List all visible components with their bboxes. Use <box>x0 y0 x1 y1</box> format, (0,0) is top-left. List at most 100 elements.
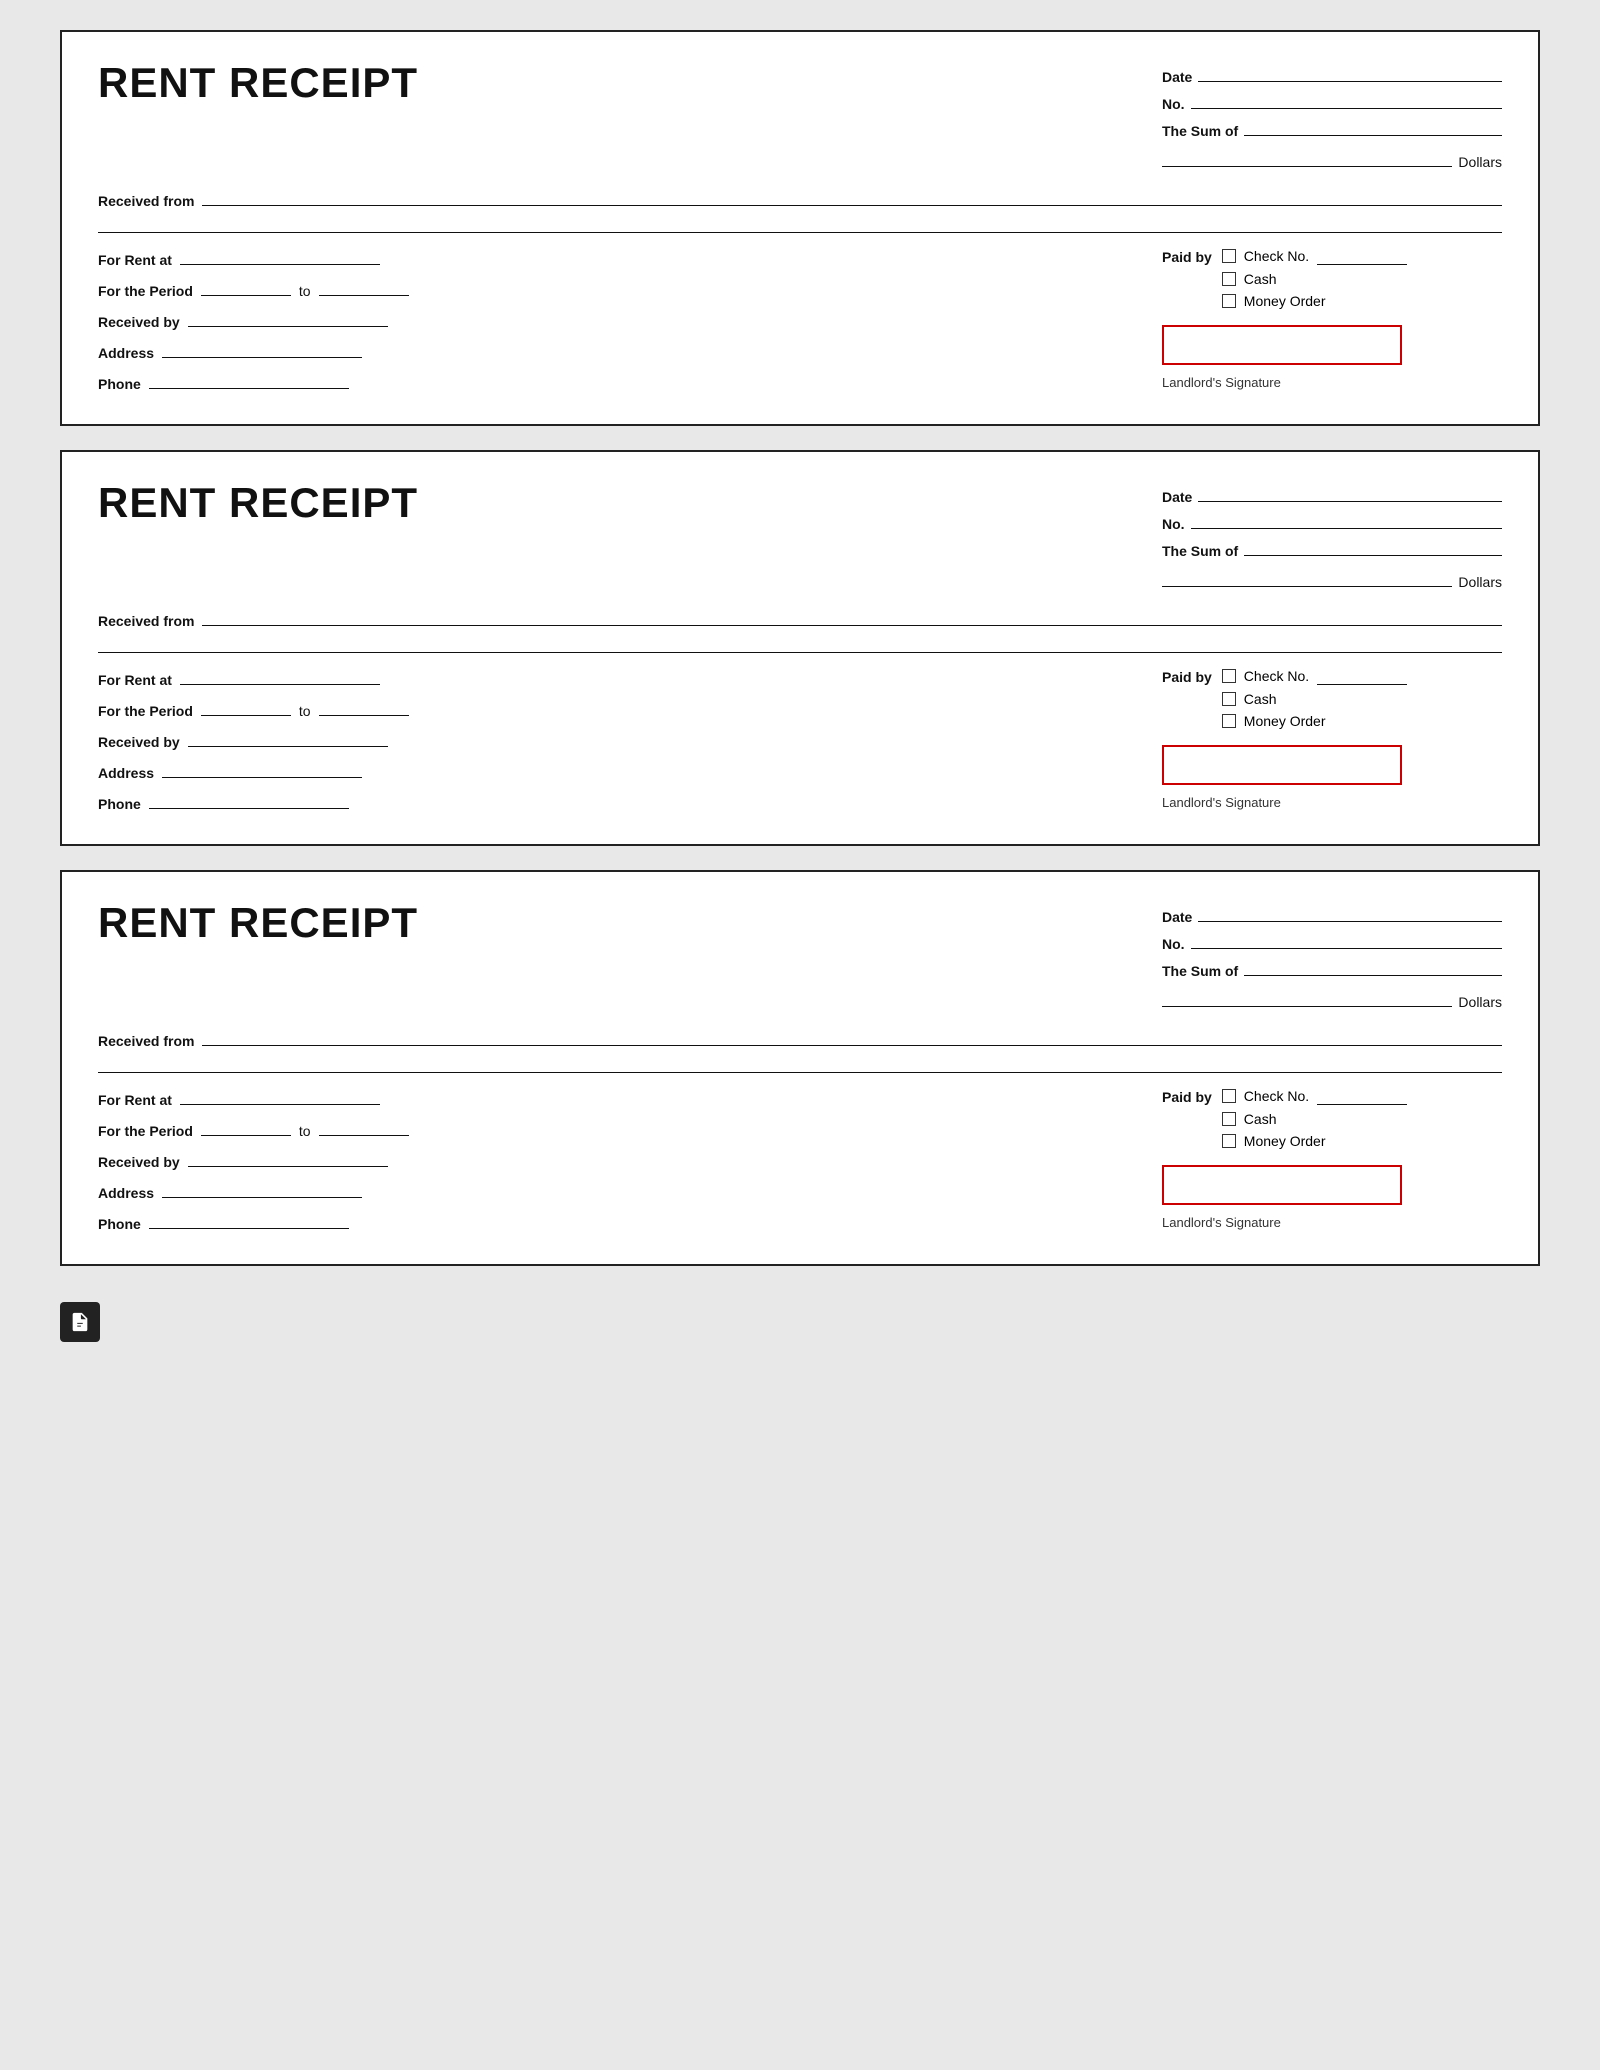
sum-label-2: The Sum of <box>1162 543 1238 559</box>
received-by-line-2[interactable] <box>188 729 388 747</box>
for-rent-line-1[interactable] <box>180 247 380 265</box>
address-line-2[interactable] <box>162 760 362 778</box>
dollars-line-3[interactable] <box>1162 989 1452 1007</box>
check-label-1: Check No. <box>1244 248 1309 264</box>
date-line-2[interactable] <box>1198 484 1502 502</box>
cash-row-3: Cash <box>1222 1111 1407 1127</box>
period-from-line-2[interactable] <box>201 698 291 716</box>
money-order-checkbox-3[interactable] <box>1222 1134 1236 1148</box>
paid-by-label-1: Paid by <box>1162 249 1212 265</box>
second-line-1[interactable] <box>98 215 1502 233</box>
footer-icon <box>60 1302 100 1342</box>
sum-label-3: The Sum of <box>1162 963 1238 979</box>
check-no-line-3[interactable] <box>1317 1087 1407 1105</box>
paid-by-row-1: Paid by Check No. Cash <box>1162 247 1502 309</box>
top-right-1: Date No. The Sum of Dollars <box>1162 60 1502 170</box>
checkboxes-1: Check No. Cash Money Order <box>1222 247 1407 309</box>
dollars-row-3: Dollars <box>1162 989 1502 1010</box>
received-by-line-3[interactable] <box>188 1149 388 1167</box>
cash-label-3: Cash <box>1244 1111 1277 1127</box>
signature-box-3[interactable] <box>1162 1165 1402 1205</box>
received-by-line-1[interactable] <box>188 309 388 327</box>
to-text-3: to <box>299 1123 311 1139</box>
signature-box-2[interactable] <box>1162 745 1402 785</box>
cash-checkbox-2[interactable] <box>1222 692 1236 706</box>
receipt-title-2: RENT RECEIPT <box>98 480 418 526</box>
money-order-row-3: Money Order <box>1222 1133 1407 1149</box>
dollars-label-2: Dollars <box>1458 574 1502 590</box>
period-row-1: For the Period to <box>98 278 1162 299</box>
cash-checkbox-1[interactable] <box>1222 272 1236 286</box>
phone-row-2: Phone <box>98 791 1162 812</box>
period-from-line-3[interactable] <box>201 1118 291 1136</box>
signature-box-1[interactable] <box>1162 325 1402 365</box>
money-order-checkbox-1[interactable] <box>1222 294 1236 308</box>
received-by-label-1: Received by <box>98 314 180 330</box>
period-to-line-1[interactable] <box>319 278 409 296</box>
received-from-line-2[interactable] <box>202 608 1502 626</box>
for-rent-line-3[interactable] <box>180 1087 380 1105</box>
receipt-title-3: RENT RECEIPT <box>98 900 418 946</box>
money-order-checkbox-2[interactable] <box>1222 714 1236 728</box>
address-label-1: Address <box>98 345 154 361</box>
for-rent-line-2[interactable] <box>180 667 380 685</box>
check-row-3: Check No. <box>1222 1087 1407 1105</box>
dollars-line-1[interactable] <box>1162 149 1452 167</box>
for-rent-row-1: For Rent at <box>98 247 1162 268</box>
to-text-1: to <box>299 283 311 299</box>
second-line-3[interactable] <box>98 1055 1502 1073</box>
no-line-1[interactable] <box>1191 91 1502 109</box>
phone-line-2[interactable] <box>149 791 349 809</box>
address-line-1[interactable] <box>162 340 362 358</box>
second-line-2[interactable] <box>98 635 1502 653</box>
sum-row-2: The Sum of <box>1162 538 1502 559</box>
check-checkbox-3[interactable] <box>1222 1089 1236 1103</box>
check-row-2: Check No. <box>1222 667 1407 685</box>
receipt-top-3: RENT RECEIPT Date No. The Sum of Dollars <box>98 900 1502 1010</box>
money-order-label-1: Money Order <box>1244 293 1326 309</box>
cash-checkbox-3[interactable] <box>1222 1112 1236 1126</box>
period-to-line-3[interactable] <box>319 1118 409 1136</box>
sum-line-1[interactable] <box>1244 118 1502 136</box>
date-row-3: Date <box>1162 904 1502 925</box>
received-by-label-2: Received by <box>98 734 180 750</box>
right-fields-3: Paid by Check No. Cash <box>1162 1087 1502 1230</box>
check-no-line-1[interactable] <box>1317 247 1407 265</box>
no-label-2: No. <box>1162 516 1185 532</box>
period-row-2: For the Period to <box>98 698 1162 719</box>
receipt-top-2: RENT RECEIPT Date No. The Sum of Dollars <box>98 480 1502 590</box>
sum-line-2[interactable] <box>1244 538 1502 556</box>
date-label-2: Date <box>1162 489 1192 505</box>
received-from-line-3[interactable] <box>202 1028 1502 1046</box>
received-from-line-1[interactable] <box>202 188 1502 206</box>
check-checkbox-2[interactable] <box>1222 669 1236 683</box>
no-line-2[interactable] <box>1191 511 1502 529</box>
phone-line-3[interactable] <box>149 1211 349 1229</box>
for-rent-label-3: For Rent at <box>98 1092 172 1108</box>
receipt-title-1: RENT RECEIPT <box>98 60 418 106</box>
dollars-line-2[interactable] <box>1162 569 1452 587</box>
bottom-section-1: For Rent at For the Period to Received b… <box>98 247 1502 392</box>
for-rent-label-2: For Rent at <box>98 672 172 688</box>
phone-row-3: Phone <box>98 1211 1162 1232</box>
sum-line-3[interactable] <box>1244 958 1502 976</box>
period-to-line-2[interactable] <box>319 698 409 716</box>
period-label-3: For the Period <box>98 1123 193 1139</box>
date-line-3[interactable] <box>1198 904 1502 922</box>
address-line-3[interactable] <box>162 1180 362 1198</box>
check-checkbox-1[interactable] <box>1222 249 1236 263</box>
no-label-3: No. <box>1162 936 1185 952</box>
phone-line-1[interactable] <box>149 371 349 389</box>
no-line-3[interactable] <box>1191 931 1502 949</box>
checkboxes-3: Check No. Cash Money Order <box>1222 1087 1407 1149</box>
date-line-1[interactable] <box>1198 64 1502 82</box>
period-from-line-1[interactable] <box>201 278 291 296</box>
period-label-2: For the Period <box>98 703 193 719</box>
top-right-3: Date No. The Sum of Dollars <box>1162 900 1502 1010</box>
check-no-line-2[interactable] <box>1317 667 1407 685</box>
check-label-2: Check No. <box>1244 668 1309 684</box>
received-from-row-1: Received from <box>98 188 1502 209</box>
received-by-row-2: Received by <box>98 729 1162 750</box>
signature-label-3: Landlord's Signature <box>1162 1215 1502 1230</box>
right-fields-2: Paid by Check No. Cash <box>1162 667 1502 810</box>
